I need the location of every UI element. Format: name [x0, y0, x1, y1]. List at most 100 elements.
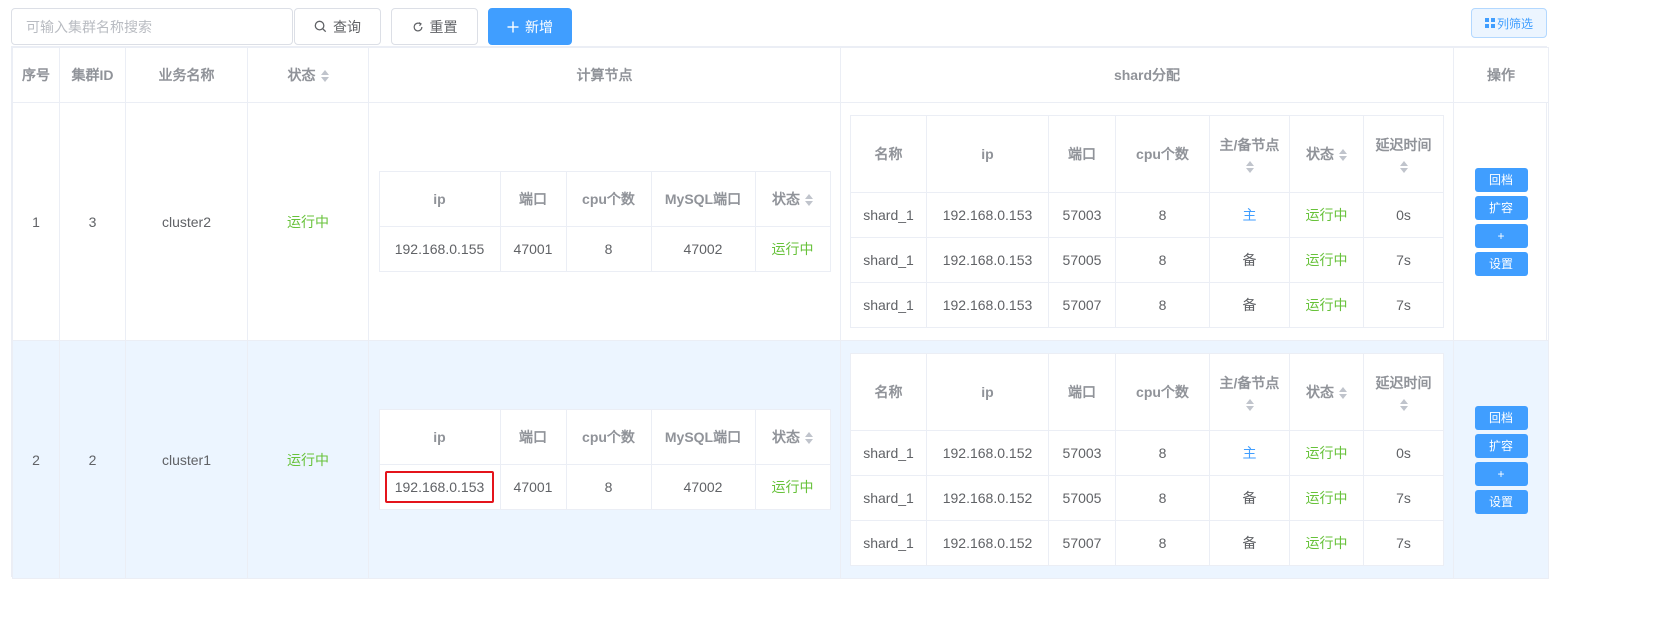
shard-header-label: 端口 — [1068, 384, 1096, 400]
shard-row: shard_1 192.168.0.153 57007 8 备 运行中 7s — [850, 282, 1444, 328]
shard-cell: shard_1 — [850, 282, 927, 328]
header-status[interactable]: 状态 — [247, 47, 369, 103]
settings-button[interactable]: 设置 — [1474, 251, 1528, 276]
compute-ip: 192.168.0.153 — [384, 471, 495, 503]
sort-icon[interactable] — [1245, 399, 1254, 411]
shard-header[interactable]: 状态 — [1289, 353, 1364, 431]
settings-button[interactable]: 设置 — [1474, 489, 1528, 514]
shard-value: 57003 — [1062, 207, 1102, 223]
shard-cell: 192.168.0.152 — [926, 430, 1049, 476]
column-filter-button[interactable]: 列筛选 — [1471, 8, 1547, 38]
shard-value: 57005 — [1062, 490, 1102, 506]
shard-header-label: ip — [981, 146, 994, 162]
shard-header-label: 状态 — [1306, 384, 1334, 400]
shard-row: shard_1 192.168.0.153 57005 8 备 运行中 7s — [850, 237, 1444, 283]
shard-value: 192.168.0.153 — [942, 297, 1033, 313]
shard-cell: 运行中 — [1289, 475, 1364, 521]
sort-icon[interactable] — [1399, 161, 1408, 173]
shard-value: 7s — [1396, 252, 1411, 268]
compute-node-row: 192.168.0.155 47001 8 47002 运行中 — [378, 226, 831, 272]
shard-header[interactable]: 主/备节点 — [1209, 115, 1290, 193]
sort-icon[interactable] — [805, 194, 813, 207]
compute-header-label: 端口 — [519, 429, 547, 445]
toolbar: 查询 重置 新增 列筛选 — [0, 0, 1662, 52]
shard-header[interactable]: 状态 — [1289, 115, 1364, 193]
reset-button[interactable]: 重置 — [391, 8, 478, 45]
add-node-button[interactable]: + — [1474, 223, 1528, 248]
shard-cell: 备 — [1209, 520, 1290, 566]
shard-value: 备 — [1242, 535, 1257, 551]
scale-out-button[interactable]: 扩容 — [1474, 433, 1528, 458]
shard-value: shard_1 — [863, 252, 914, 268]
shard-cell: 8 — [1115, 475, 1210, 521]
compute-ip: 192.168.0.155 — [394, 241, 485, 257]
shard-header[interactable]: 主/备节点 — [1209, 353, 1290, 431]
shard-cell: 备 — [1209, 282, 1290, 328]
cell-cluster-id: 2 — [59, 340, 126, 579]
shard-header: 名称 — [850, 115, 927, 193]
shard-value: 8 — [1158, 207, 1167, 223]
shard-header-row: 名称 ip 端口 cpu个数 主/备节点 状态 延迟时间 — [850, 115, 1444, 193]
sort-icon[interactable] — [320, 70, 329, 83]
compute-node-row: 192.168.0.153 47001 8 47002 运行中 — [378, 464, 831, 510]
compute-header: 端口 — [499, 171, 567, 227]
compute-header[interactable]: 状态 — [754, 171, 831, 227]
search-input[interactable] — [11, 8, 293, 45]
shard-header: ip — [926, 115, 1049, 193]
cell-cluster-id: 3 — [59, 102, 126, 341]
shard-cell: 7s — [1363, 282, 1444, 328]
sort-icon[interactable] — [1339, 149, 1347, 162]
shard-value: 57003 — [1062, 445, 1102, 461]
compute-header-label: MySQL端口 — [664, 429, 742, 445]
action-buttons: 回档扩容 + 设置 — [1454, 167, 1548, 276]
query-button-label: 查询 — [333, 18, 361, 35]
shard-table: 名称 ip 端口 cpu个数 主/备节点 状态 延迟时间 shard_1 192.168.0.1… — [850, 115, 1444, 328]
compute-header: ip — [378, 171, 501, 227]
sort-icon[interactable] — [1399, 399, 1408, 411]
compute-value: 47001 — [513, 241, 553, 257]
compute-header-label: 状态 — [772, 191, 800, 207]
shard-header: cpu个数 — [1115, 115, 1210, 193]
add-node-button[interactable]: + — [1474, 461, 1528, 486]
shard-header: 端口 — [1048, 115, 1116, 193]
shard-header-label: 延迟时间 — [1375, 375, 1432, 391]
compute-header[interactable]: 状态 — [754, 409, 831, 465]
sort-icon[interactable] — [805, 432, 813, 445]
cell-shard-alloc: 名称 ip 端口 cpu个数 主/备节点 状态 延迟时间 shard_1 192.168.0.1… — [840, 340, 1454, 579]
compute-header: MySQL端口 — [650, 409, 756, 465]
sort-icon[interactable] — [1245, 161, 1254, 173]
compute-header-label: ip — [433, 191, 446, 207]
shard-value: 备 — [1242, 252, 1257, 268]
shard-table: 名称 ip 端口 cpu个数 主/备节点 状态 延迟时间 shard_1 192.168.0.1… — [850, 353, 1444, 566]
compute-value: 47002 — [683, 241, 723, 257]
compute-node-table: ip 端口 cpu个数 MySQL端口 状态 192.168.0.155 47001 8 470… — [378, 171, 831, 272]
shard-cell: 主 — [1209, 192, 1290, 238]
table-header-row: 序号 集群ID 业务名称 状态 计算节点 shard分配 操作 — [12, 47, 1549, 103]
rollback-button[interactable]: 回档 — [1474, 167, 1528, 192]
compute-header-label: 端口 — [519, 191, 547, 207]
scale-out-button[interactable]: 扩容 — [1474, 195, 1528, 220]
shard-header[interactable]: 延迟时间 — [1363, 353, 1444, 431]
compute-header-row: ip 端口 cpu个数 MySQL端口 状态 — [378, 409, 831, 465]
shard-header-label: 名称 — [874, 146, 903, 162]
cell-shard-alloc: 名称 ip 端口 cpu个数 主/备节点 状态 延迟时间 shard_1 192.168.0.1… — [840, 102, 1454, 341]
shard-cell: 运行中 — [1289, 282, 1364, 328]
table-row: 1 3 cluster2 运行中 ip 端口 cpu个数 MySQL端口 状态 192.168.0… — [12, 102, 1549, 341]
compute-header: MySQL端口 — [650, 171, 756, 227]
shard-cell: 8 — [1115, 282, 1210, 328]
cell-actions: 回档扩容 + 设置 — [1453, 340, 1549, 579]
shard-cell: 0s — [1363, 430, 1444, 476]
header-cluster-id: 集群ID — [59, 47, 126, 103]
shard-header-label: 端口 — [1068, 146, 1096, 162]
rollback-button[interactable]: 回档 — [1474, 405, 1528, 430]
shard-cell: 192.168.0.152 — [926, 520, 1049, 566]
sort-icon[interactable] — [1339, 387, 1347, 400]
shard-header[interactable]: 延迟时间 — [1363, 115, 1444, 193]
shard-cell: 运行中 — [1289, 430, 1364, 476]
shard-cell: shard_1 — [850, 192, 927, 238]
shard-value: 8 — [1158, 535, 1167, 551]
add-button[interactable]: 新增 — [488, 8, 572, 45]
query-button[interactable]: 查询 — [294, 8, 381, 45]
column-filter-label: 列筛选 — [1496, 16, 1533, 31]
shard-value: 运行中 — [1305, 252, 1348, 268]
